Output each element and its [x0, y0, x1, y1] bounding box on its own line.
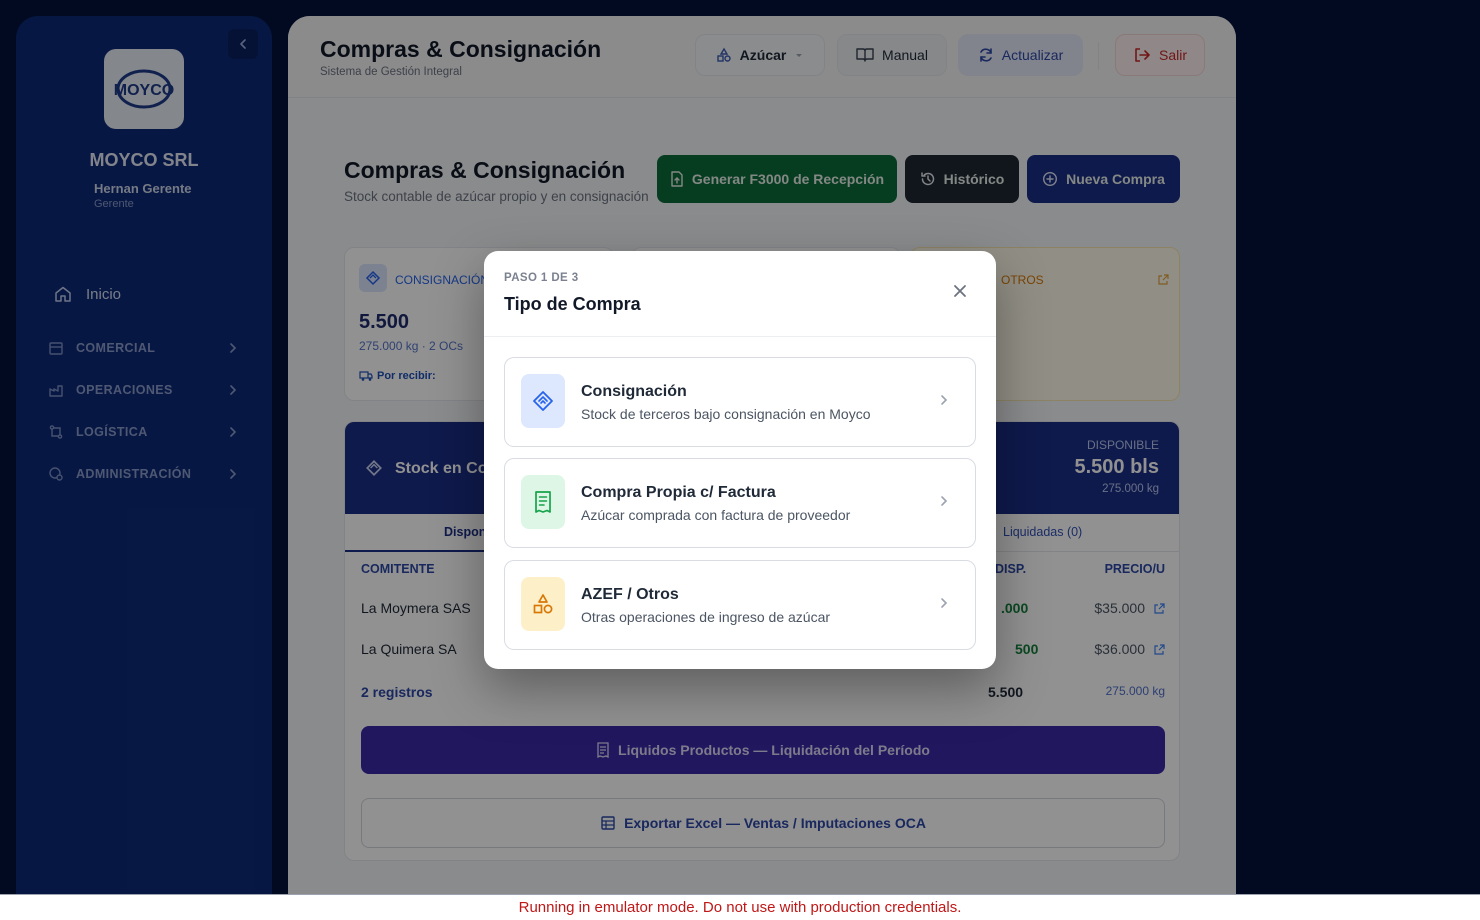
- close-button[interactable]: [948, 279, 972, 303]
- option-title: AZEF / Otros: [581, 586, 679, 603]
- shapes-icon: [521, 577, 565, 631]
- modal-header: PASO 1 DE 3 Tipo de Compra: [484, 251, 996, 337]
- tipo-compra-modal: PASO 1 DE 3 Tipo de Compra Consignación …: [484, 251, 996, 669]
- option-azef-otros[interactable]: AZEF / Otros Otras operaciones de ingres…: [504, 560, 976, 650]
- option-description: Stock de terceros bajo consignación en M…: [581, 406, 871, 422]
- chevron-right-icon: [941, 598, 948, 608]
- option-title: Consignación: [581, 383, 687, 400]
- option-description: Azúcar comprada con factura de proveedor: [581, 507, 851, 523]
- option-consignacion[interactable]: Consignación Stock de terceros bajo cons…: [504, 357, 976, 447]
- receipt-icon: [521, 475, 565, 529]
- modal-title: Tipo de Compra: [504, 294, 641, 314]
- option-title: Compra Propia c/ Factura: [581, 484, 776, 501]
- option-description: Otras operaciones de ingreso de azúcar: [581, 609, 831, 625]
- close-icon: [954, 285, 966, 297]
- handshake-icon: [521, 374, 565, 428]
- chevron-right-icon: [941, 395, 948, 405]
- option-compra-propia[interactable]: Compra Propia c/ Factura Azúcar comprada…: [504, 458, 976, 548]
- chevron-right-icon: [941, 496, 948, 506]
- emulator-warning-banner: Running in emulator mode. Do not use wit…: [0, 894, 1480, 920]
- step-indicator: PASO 1 DE 3: [504, 272, 579, 284]
